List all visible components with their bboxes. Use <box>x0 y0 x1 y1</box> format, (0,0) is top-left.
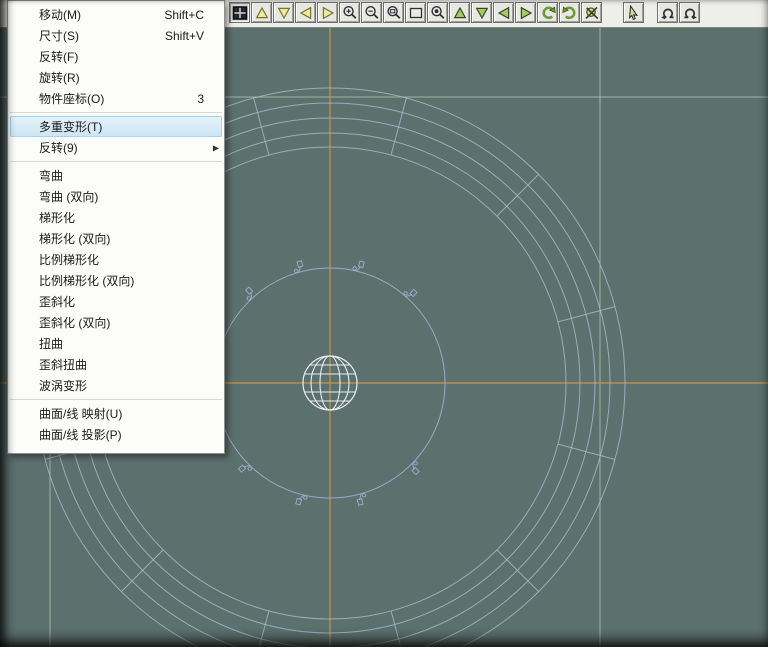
roll-ccw-button[interactable] <box>537 2 558 23</box>
menu-item-label: 梯形化 (双向) <box>39 232 111 246</box>
menu-item-shortcut: Shift+C <box>164 7 204 22</box>
menu-item-vortex-deform[interactable]: 波涡变形 <box>8 375 224 396</box>
menu-item-label: 歪斜化 (双向) <box>39 316 111 330</box>
menu-item-proportional-taper-bidirectional[interactable]: 比例梯形化 (双向) <box>8 270 224 291</box>
menu-item-shortcut: 3 <box>197 91 204 106</box>
roll-cw-icon <box>561 5 578 21</box>
rotate-right-icon <box>518 5 534 21</box>
app-window: 移动(M) Shift+C 尺寸(S) Shift+V 反转(F) 旋转(R) 物件座标(O… <box>0 0 768 647</box>
pan-right-button[interactable] <box>317 2 338 23</box>
menu-item-label: 移动(M) <box>39 8 81 22</box>
menu-item-rotate[interactable]: 旋转(R) <box>8 67 224 88</box>
rotate-down-icon <box>474 5 490 21</box>
rotate-right-button[interactable] <box>515 2 536 23</box>
menu-item-label: 波涡变形 <box>39 379 88 393</box>
menu-item-label: 比例梯形化 (双向) <box>39 274 135 288</box>
menu-item-label: 曲面/线 投影(P) <box>39 428 122 442</box>
pan-up-button[interactable] <box>251 2 272 23</box>
menu-item-skew-twist[interactable]: 歪斜扭曲 <box>8 354 224 375</box>
zoom-in-icon <box>342 5 358 21</box>
menu-item-twist[interactable]: 扭曲 <box>8 333 224 354</box>
redo-button[interactable] <box>679 2 700 23</box>
zoom-window-icon <box>386 5 402 21</box>
rotate-up-button[interactable] <box>449 2 470 23</box>
menu-item-move[interactable]: 移动(M) Shift+C <box>8 4 224 25</box>
menu-item-flip-9[interactable]: 反转(9) ▶ <box>8 137 224 158</box>
menu-item-label: 物件座标(O) <box>39 92 105 106</box>
rotate-left-button[interactable] <box>493 2 514 23</box>
rotate-down-button[interactable] <box>471 2 492 23</box>
pan-down-icon <box>276 5 292 21</box>
menu-item-label: 扭曲 <box>39 337 64 351</box>
menu-item-label: 梯形化 <box>39 211 76 225</box>
roll-cw-button[interactable] <box>559 2 580 23</box>
viewport-grid-button[interactable] <box>229 2 250 23</box>
roll-ccw-icon <box>540 5 556 21</box>
menu-item-label: 歪斜扭曲 <box>39 358 88 372</box>
zoom-out-button[interactable] <box>361 2 382 23</box>
zoom-out-icon <box>364 5 380 21</box>
cursor-button[interactable] <box>623 2 644 23</box>
zoom-window-button[interactable] <box>383 2 404 23</box>
zoom-in-button[interactable] <box>339 2 360 23</box>
submenu-arrow-icon: ▶ <box>212 143 219 152</box>
cursor-icon <box>626 4 642 21</box>
pan-right-icon <box>320 5 336 21</box>
menu-item-bend-bidirectional[interactable]: 弯曲 (双向) <box>8 186 224 207</box>
zoom-rectangle-icon <box>408 5 424 21</box>
rotate-up-icon <box>452 5 468 21</box>
menu-item-label: 反转(F) <box>39 50 79 64</box>
viewport-grid-icon <box>232 5 248 21</box>
menu-item-size[interactable]: 尺寸(S) Shift+V <box>8 25 224 46</box>
menu-separator <box>10 399 222 400</box>
menu-item-label: 曲面/线 映射(U) <box>39 407 123 421</box>
zoom-selected-button[interactable] <box>427 2 448 23</box>
undo-button[interactable] <box>657 2 678 23</box>
no-rotate-icon <box>584 5 600 21</box>
menu-item-label: 弯曲 (双向) <box>39 190 99 204</box>
menu-item-taper[interactable]: 梯形化 <box>8 207 224 228</box>
menu-item-label: 弯曲 <box>39 169 64 183</box>
menu-item-bend[interactable]: 弯曲 <box>8 165 224 186</box>
menu-item-shortcut: Shift+V <box>164 28 204 43</box>
redo-icon <box>682 5 698 21</box>
pan-left-button[interactable] <box>295 2 316 23</box>
menu-item-multi-transform[interactable]: 多重变形(T) <box>10 116 222 137</box>
no-rotate-button[interactable] <box>581 2 602 23</box>
zoom-selected-icon <box>430 5 446 21</box>
menu-item-taper-bidirectional[interactable]: 梯形化 (双向) <box>8 228 224 249</box>
zoom-rectangle-button[interactable] <box>405 2 426 23</box>
menu-item-skew-bidirectional[interactable]: 歪斜化 (双向) <box>8 312 224 333</box>
pan-down-button[interactable] <box>273 2 294 23</box>
menu-item-surface-curve-project[interactable]: 曲面/线 投影(P) <box>8 424 224 445</box>
undo-icon <box>660 5 676 21</box>
menu-item-label: 旋转(R) <box>39 71 80 85</box>
pan-up-icon <box>254 5 270 21</box>
toolbar-button-strip <box>229 2 701 23</box>
transform-context-menu: 移动(M) Shift+C 尺寸(S) Shift+V 反转(F) 旋转(R) 物件座标(O… <box>7 0 225 454</box>
menu-item-object-coordinates[interactable]: 物件座标(O) 3 <box>8 88 224 109</box>
menu-separator <box>10 161 222 162</box>
pan-left-icon <box>298 5 314 21</box>
menu-item-skew[interactable]: 歪斜化 <box>8 291 224 312</box>
menu-item-flip[interactable]: 反转(F) <box>8 46 224 67</box>
menu-item-surface-curve-map[interactable]: 曲面/线 映射(U) <box>8 403 224 424</box>
menu-item-label: 歪斜化 <box>39 295 76 309</box>
menu-separator <box>10 112 222 113</box>
menu-item-label: 比例梯形化 <box>39 253 100 267</box>
menu-item-label: 多重变形(T) <box>39 120 103 134</box>
menu-item-label: 尺寸(S) <box>39 29 79 43</box>
rotate-left-icon <box>496 5 512 21</box>
menu-item-label: 反转(9) <box>39 141 78 155</box>
menu-item-proportional-taper[interactable]: 比例梯形化 <box>8 249 224 270</box>
